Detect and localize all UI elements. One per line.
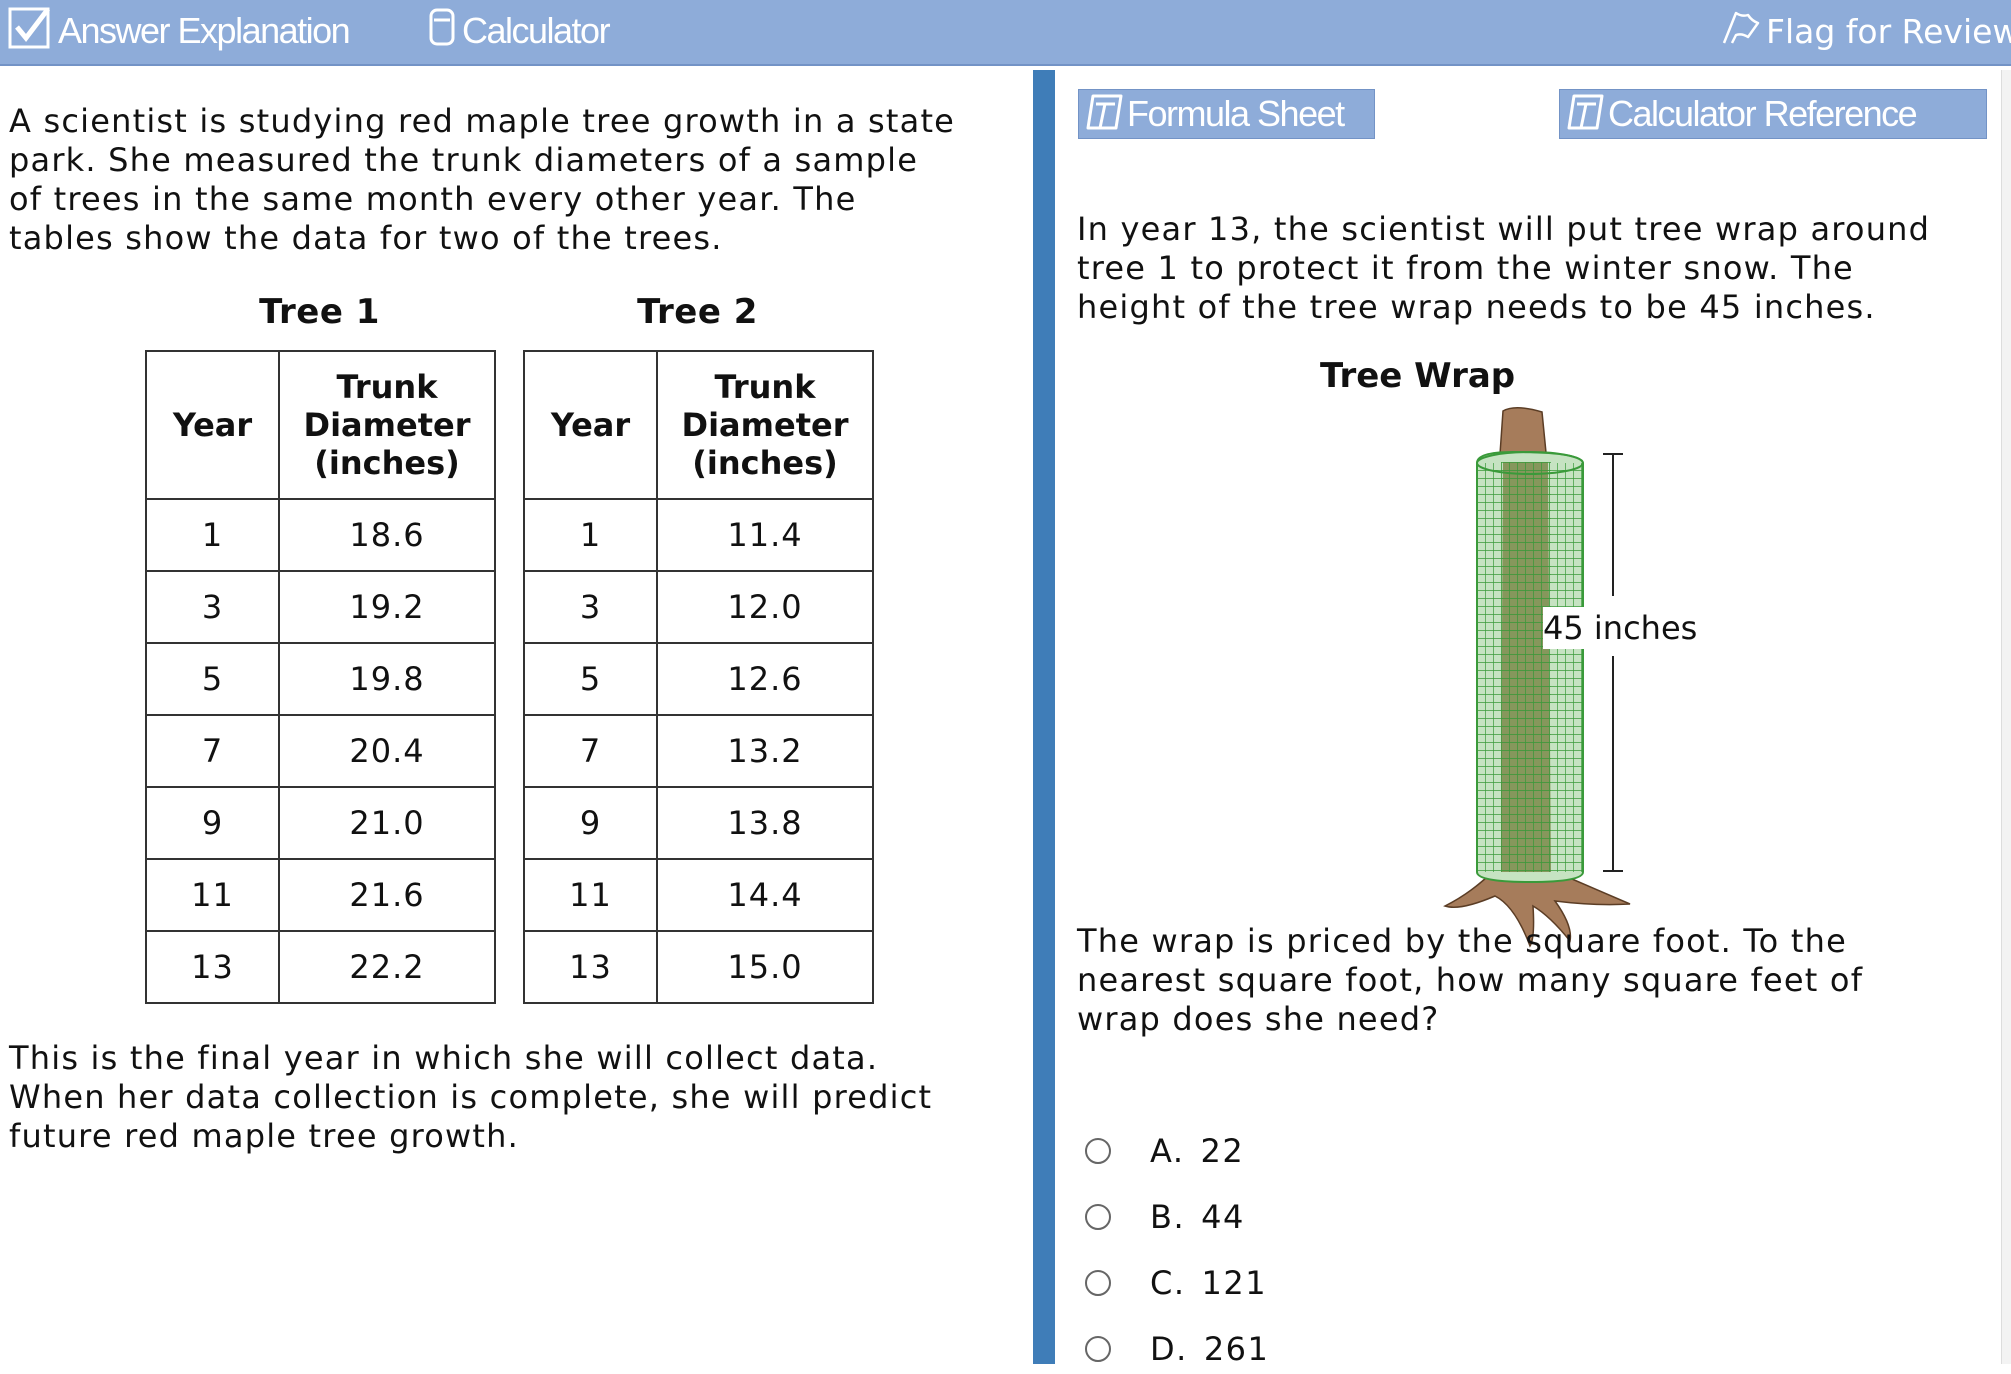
year-cell: 5 [145, 642, 280, 716]
table-row: 13 22.2 [145, 930, 496, 1004]
flag-for-review-label: Flag for Review [1766, 11, 2011, 51]
year-cell: 7 [145, 714, 280, 788]
radio-button[interactable] [1085, 1270, 1111, 1296]
table-row: 7 13.2 [523, 714, 874, 788]
calculator-reference-label: Calculator Reference [1608, 93, 1918, 134]
diameter-cell: 12.0 [656, 570, 874, 644]
choice-a[interactable]: A. 22 [1085, 1126, 1585, 1176]
calculator-icon [428, 7, 456, 56]
table-row: 9 13.8 [523, 786, 874, 860]
diameter-cell: 14.4 [656, 858, 874, 932]
formula-sheet-button[interactable]: Formula Sheet [1078, 89, 1375, 139]
radio-button[interactable] [1085, 1204, 1111, 1230]
diameter-cell: 11.4 [656, 498, 874, 572]
year-cell: 7 [523, 714, 658, 788]
answer-explanation-label: Answer Explanation [58, 10, 351, 51]
passage-intro: A scientist is studying red maple tree g… [9, 102, 956, 257]
diameter-cell: 15.0 [656, 930, 874, 1004]
question-pane: Formula Sheet Calculator Reference In ye… [1055, 66, 2001, 1368]
reference-sheet-icon [1566, 90, 1606, 139]
top-toolbar: Answer Explanation Calculator Flag for R… [0, 0, 2011, 66]
table-row: 1 18.6 [145, 498, 496, 572]
choice-value: 22 [1200, 1132, 1245, 1170]
year-header: Year [145, 350, 280, 500]
choice-c[interactable]: C. 121 [1085, 1258, 1585, 1308]
year-cell: 1 [523, 498, 658, 572]
diameter-cell: 19.8 [278, 642, 496, 716]
year-cell: 3 [523, 570, 658, 644]
diameter-cell: 22.2 [278, 930, 496, 1004]
year-cell: 13 [145, 930, 280, 1004]
formula-sheet-label: Formula Sheet [1127, 93, 1345, 134]
height-label: 45 inches [1543, 607, 1698, 649]
year-cell: 13 [523, 930, 658, 1004]
table-row: 3 19.2 [145, 570, 496, 644]
choice-letter: C. [1150, 1264, 1186, 1302]
table-row: 3 12.0 [523, 570, 874, 644]
choice-value: 44 [1201, 1198, 1245, 1236]
choice-letter: B. [1150, 1198, 1186, 1236]
diameter-cell: 21.0 [278, 786, 496, 860]
table-row: 11 14.4 [523, 858, 874, 932]
radio-button[interactable] [1085, 1138, 1111, 1164]
passage-outro: This is the final year in which she will… [9, 1039, 933, 1155]
answer-explanation-button[interactable]: Answer Explanation [8, 0, 351, 62]
table-row: 9 21.0 [145, 786, 496, 860]
trunk-diameter-header: Trunk Diameter (inches) [278, 350, 496, 500]
table-header-row: Year Trunk Diameter (inches) [523, 350, 874, 500]
radio-button[interactable] [1085, 1336, 1111, 1362]
flag-icon [1720, 7, 1760, 55]
choice-value: 261 [1203, 1330, 1270, 1368]
year-cell: 3 [145, 570, 280, 644]
tree-1-table: Year Trunk Diameter (inches) 1 18.6 3 19.2… [145, 350, 496, 1004]
table-row: 5 12.6 [523, 642, 874, 716]
question-stem-part-1: In year 13, the scientist will put tree … [1077, 210, 1931, 326]
trunk-diameter-header: Trunk Diameter (inches) [656, 350, 874, 500]
diameter-cell: 13.2 [656, 714, 874, 788]
year-header: Year [523, 350, 658, 500]
choice-b[interactable]: B. 44 [1085, 1192, 1585, 1242]
table-header-row: Year Trunk Diameter (inches) [145, 350, 496, 500]
table-row: 5 19.8 [145, 642, 496, 716]
tree-wrap-figure [1443, 407, 1631, 948]
table-row: 13 15.0 [523, 930, 874, 1004]
year-cell: 11 [145, 858, 280, 932]
diameter-cell: 13.8 [656, 786, 874, 860]
calculator-reference-button[interactable]: Calculator Reference [1559, 89, 1987, 139]
calculator-button[interactable]: Calculator [428, 0, 611, 62]
reference-sheet-icon [1085, 90, 1125, 139]
checkbox-icon [8, 5, 52, 58]
table-row: 1 11.4 [523, 498, 874, 572]
diameter-cell: 12.6 [656, 642, 874, 716]
height-dimension-line [1603, 453, 1623, 872]
table-row: 11 21.6 [145, 858, 496, 932]
choice-value: 121 [1201, 1264, 1268, 1302]
tree-2-table: Year Trunk Diameter (inches) 1 11.4 3 12.0… [523, 350, 874, 1004]
year-cell: 9 [523, 786, 658, 860]
diameter-cell: 18.6 [278, 498, 496, 572]
pane-divider[interactable] [1033, 70, 1055, 1364]
year-cell: 11 [523, 858, 658, 932]
tree-2-caption: Tree 2 [637, 292, 758, 332]
choice-letter: D. [1150, 1330, 1188, 1368]
passage-pane: A scientist is studying red maple tree g… [0, 66, 1033, 1364]
diameter-cell: 20.4 [278, 714, 496, 788]
diameter-cell: 19.2 [278, 570, 496, 644]
question-stem-part-2: The wrap is priced by the square foot. T… [1077, 922, 1864, 1038]
tree-1-caption: Tree 1 [259, 292, 380, 332]
table-row: 7 20.4 [145, 714, 496, 788]
year-cell: 1 [145, 498, 280, 572]
diameter-cell: 21.6 [278, 858, 496, 932]
figure-title: Tree Wrap [1320, 356, 1516, 396]
right-pane-scrollbar[interactable] [2001, 70, 2011, 1364]
flag-for-review-button[interactable]: Flag for Review [1720, 0, 2011, 62]
choice-d[interactable]: D. 261 [1085, 1324, 1585, 1374]
year-cell: 9 [145, 786, 280, 860]
choice-letter: A. [1150, 1132, 1185, 1170]
year-cell: 5 [523, 642, 658, 716]
calculator-label: Calculator [462, 10, 611, 51]
